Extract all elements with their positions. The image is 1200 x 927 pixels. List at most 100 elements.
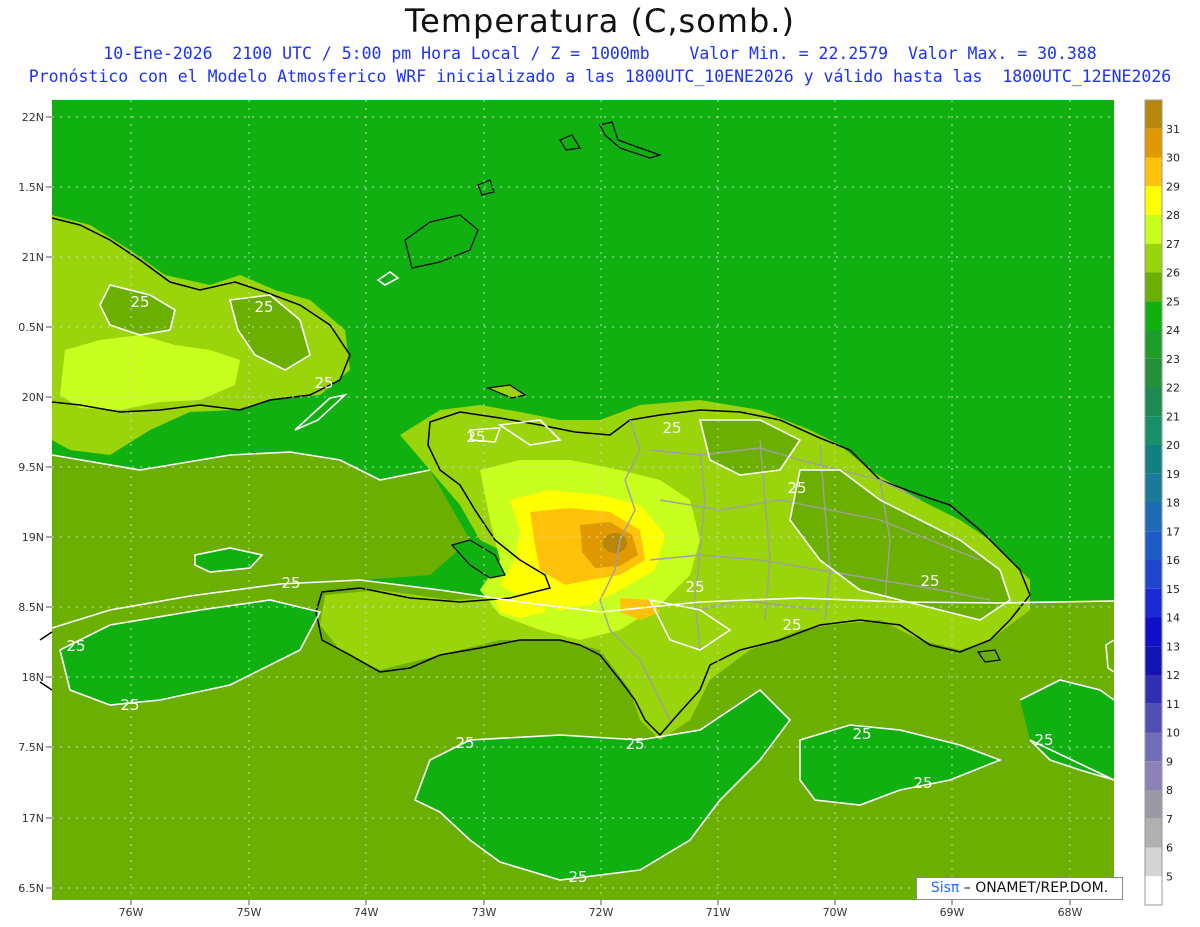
contour-label: 25 bbox=[130, 293, 149, 311]
contour-label: 25 bbox=[787, 479, 806, 497]
colorbar-cell bbox=[1145, 761, 1162, 790]
lat-tick: 8.5N bbox=[18, 601, 44, 614]
lon-tick-labels: 76W 75W 74W 73W 72W 71W 70W 69W 68W bbox=[119, 906, 1083, 919]
lon-tick: 68W bbox=[1058, 906, 1083, 919]
contour-label: 25 bbox=[254, 298, 273, 316]
colorbar-cell bbox=[1145, 157, 1162, 187]
lat-tick: 0.5N bbox=[18, 321, 44, 334]
credit-text: – ONAMET/REP.DOM. bbox=[959, 880, 1109, 896]
colorbar-cell bbox=[1145, 502, 1162, 532]
lat-tick: 19N bbox=[22, 531, 44, 544]
colorbar-label: 8 bbox=[1166, 784, 1173, 797]
colorbar-label: 14 bbox=[1166, 612, 1180, 625]
colorbar-cell bbox=[1145, 128, 1162, 158]
colorbar-cell bbox=[1145, 818, 1162, 848]
lat-ticks bbox=[46, 116, 52, 889]
colorbar-label: 7 bbox=[1166, 813, 1173, 826]
lat-tick: 20N bbox=[22, 391, 44, 404]
lon-tick: 75W bbox=[237, 906, 262, 919]
lat-tick: 21N bbox=[22, 251, 44, 264]
colorbar-cell bbox=[1145, 416, 1162, 445]
colorbar-label: 26 bbox=[1166, 267, 1180, 280]
credit-badge: Sisπ – ONAMET/REP.DOM. bbox=[916, 877, 1123, 900]
contour-label: 25 bbox=[314, 374, 333, 392]
contour-label: 25 bbox=[568, 868, 587, 886]
colorbar-cell bbox=[1145, 272, 1162, 302]
lon-tick: 72W bbox=[589, 906, 614, 919]
contour-label: 25 bbox=[455, 734, 474, 752]
colorbar-cell bbox=[1145, 847, 1162, 877]
colorbar-label: 12 bbox=[1166, 669, 1180, 682]
lat-tick: 6.5N bbox=[18, 882, 44, 895]
contour-label: 25 bbox=[852, 725, 871, 743]
lat-tick: 9.5N bbox=[18, 461, 44, 474]
colorbar-cell bbox=[1145, 100, 1162, 129]
colorbar-cell bbox=[1145, 358, 1162, 388]
colorbar-label: 20 bbox=[1166, 439, 1180, 452]
colorbar-label: 31 bbox=[1166, 123, 1180, 136]
colorbar-cell bbox=[1145, 675, 1162, 704]
colorbar-label: 18 bbox=[1166, 497, 1180, 510]
colorbar-cell bbox=[1145, 301, 1162, 330]
colorbar-label: 5 bbox=[1166, 870, 1173, 883]
colorbar-cell bbox=[1145, 876, 1162, 905]
contour-label: 25 bbox=[662, 419, 681, 437]
colorbar-cell bbox=[1145, 186, 1162, 215]
colorbar-label: 11 bbox=[1166, 698, 1180, 711]
lon-tick: 73W bbox=[472, 906, 497, 919]
colorbar-cell bbox=[1145, 330, 1162, 359]
contour-label: 25 bbox=[1034, 731, 1053, 749]
colorbar-label: 21 bbox=[1166, 410, 1180, 423]
colorbar-cell bbox=[1145, 215, 1162, 244]
contour-label: 25 bbox=[66, 637, 85, 655]
colorbar-label: 30 bbox=[1166, 152, 1180, 165]
colorbar: 31 30 29 28 27 26 25 24 23 22 21 20 19 18 17 16 15 14 13 12… bbox=[1144, 99, 1180, 906]
hispaniola-31 bbox=[603, 533, 627, 553]
colorbar-label: 16 bbox=[1166, 554, 1180, 567]
lat-tick-labels: 22N 1.5N 21N 0.5N 20N 9.5N 19N 8.5N 18N … bbox=[18, 111, 44, 895]
colorbar-label: 15 bbox=[1166, 583, 1180, 596]
colorbar-cell bbox=[1145, 445, 1162, 474]
temperature-map: 25 25 25 25 25 25 25 25 25 25 25 25 25 2… bbox=[18, 99, 1180, 919]
colorbar-label: 19 bbox=[1166, 468, 1180, 481]
lat-tick: 7.5N bbox=[18, 741, 44, 754]
contour-label: 25 bbox=[782, 616, 801, 634]
colorbar-cell bbox=[1145, 588, 1162, 618]
sis-logo-text: Sisπ bbox=[930, 880, 960, 896]
colorbar-label: 13 bbox=[1166, 640, 1180, 653]
contour-label: 25 bbox=[466, 428, 485, 446]
colorbar-cell bbox=[1145, 531, 1162, 560]
contour-label: 25 bbox=[625, 735, 644, 753]
colorbar-cell bbox=[1145, 243, 1162, 273]
colorbar-cell bbox=[1145, 732, 1162, 762]
colorbar-label: 17 bbox=[1166, 525, 1180, 538]
contour-label: 25 bbox=[685, 578, 704, 596]
contour-label: 25 bbox=[920, 572, 939, 590]
colorbar-cell bbox=[1145, 790, 1162, 819]
colorbar-label: 9 bbox=[1166, 755, 1173, 768]
lon-tick: 71W bbox=[706, 906, 731, 919]
lat-tick: 22N bbox=[22, 111, 44, 124]
lon-tick: 74W bbox=[354, 906, 379, 919]
lat-tick: 1.5N bbox=[18, 181, 44, 194]
contour-label: 25 bbox=[120, 696, 139, 714]
colorbar-label: 6 bbox=[1166, 842, 1173, 855]
colorbar-cell bbox=[1145, 646, 1162, 675]
colorbar-label: 24 bbox=[1166, 324, 1180, 337]
lat-tick: 18N bbox=[22, 671, 44, 684]
lon-tick: 69W bbox=[940, 906, 965, 919]
colorbar-cell bbox=[1145, 387, 1162, 417]
lon-ticks bbox=[130, 900, 1071, 905]
colorbar-label: 23 bbox=[1166, 353, 1180, 366]
colorbar-label: 27 bbox=[1166, 238, 1180, 251]
colorbar-label: 28 bbox=[1166, 209, 1180, 222]
contour-label: 25 bbox=[281, 574, 300, 592]
colorbar-cell bbox=[1145, 473, 1162, 503]
lon-tick: 76W bbox=[119, 906, 144, 919]
colorbar-label: 10 bbox=[1166, 727, 1180, 740]
colorbar-label: 22 bbox=[1166, 382, 1180, 395]
lon-tick: 70W bbox=[823, 906, 848, 919]
colorbar-label: 25 bbox=[1166, 295, 1180, 308]
colorbar-cell bbox=[1145, 703, 1162, 733]
colorbar-cell bbox=[1145, 560, 1162, 589]
